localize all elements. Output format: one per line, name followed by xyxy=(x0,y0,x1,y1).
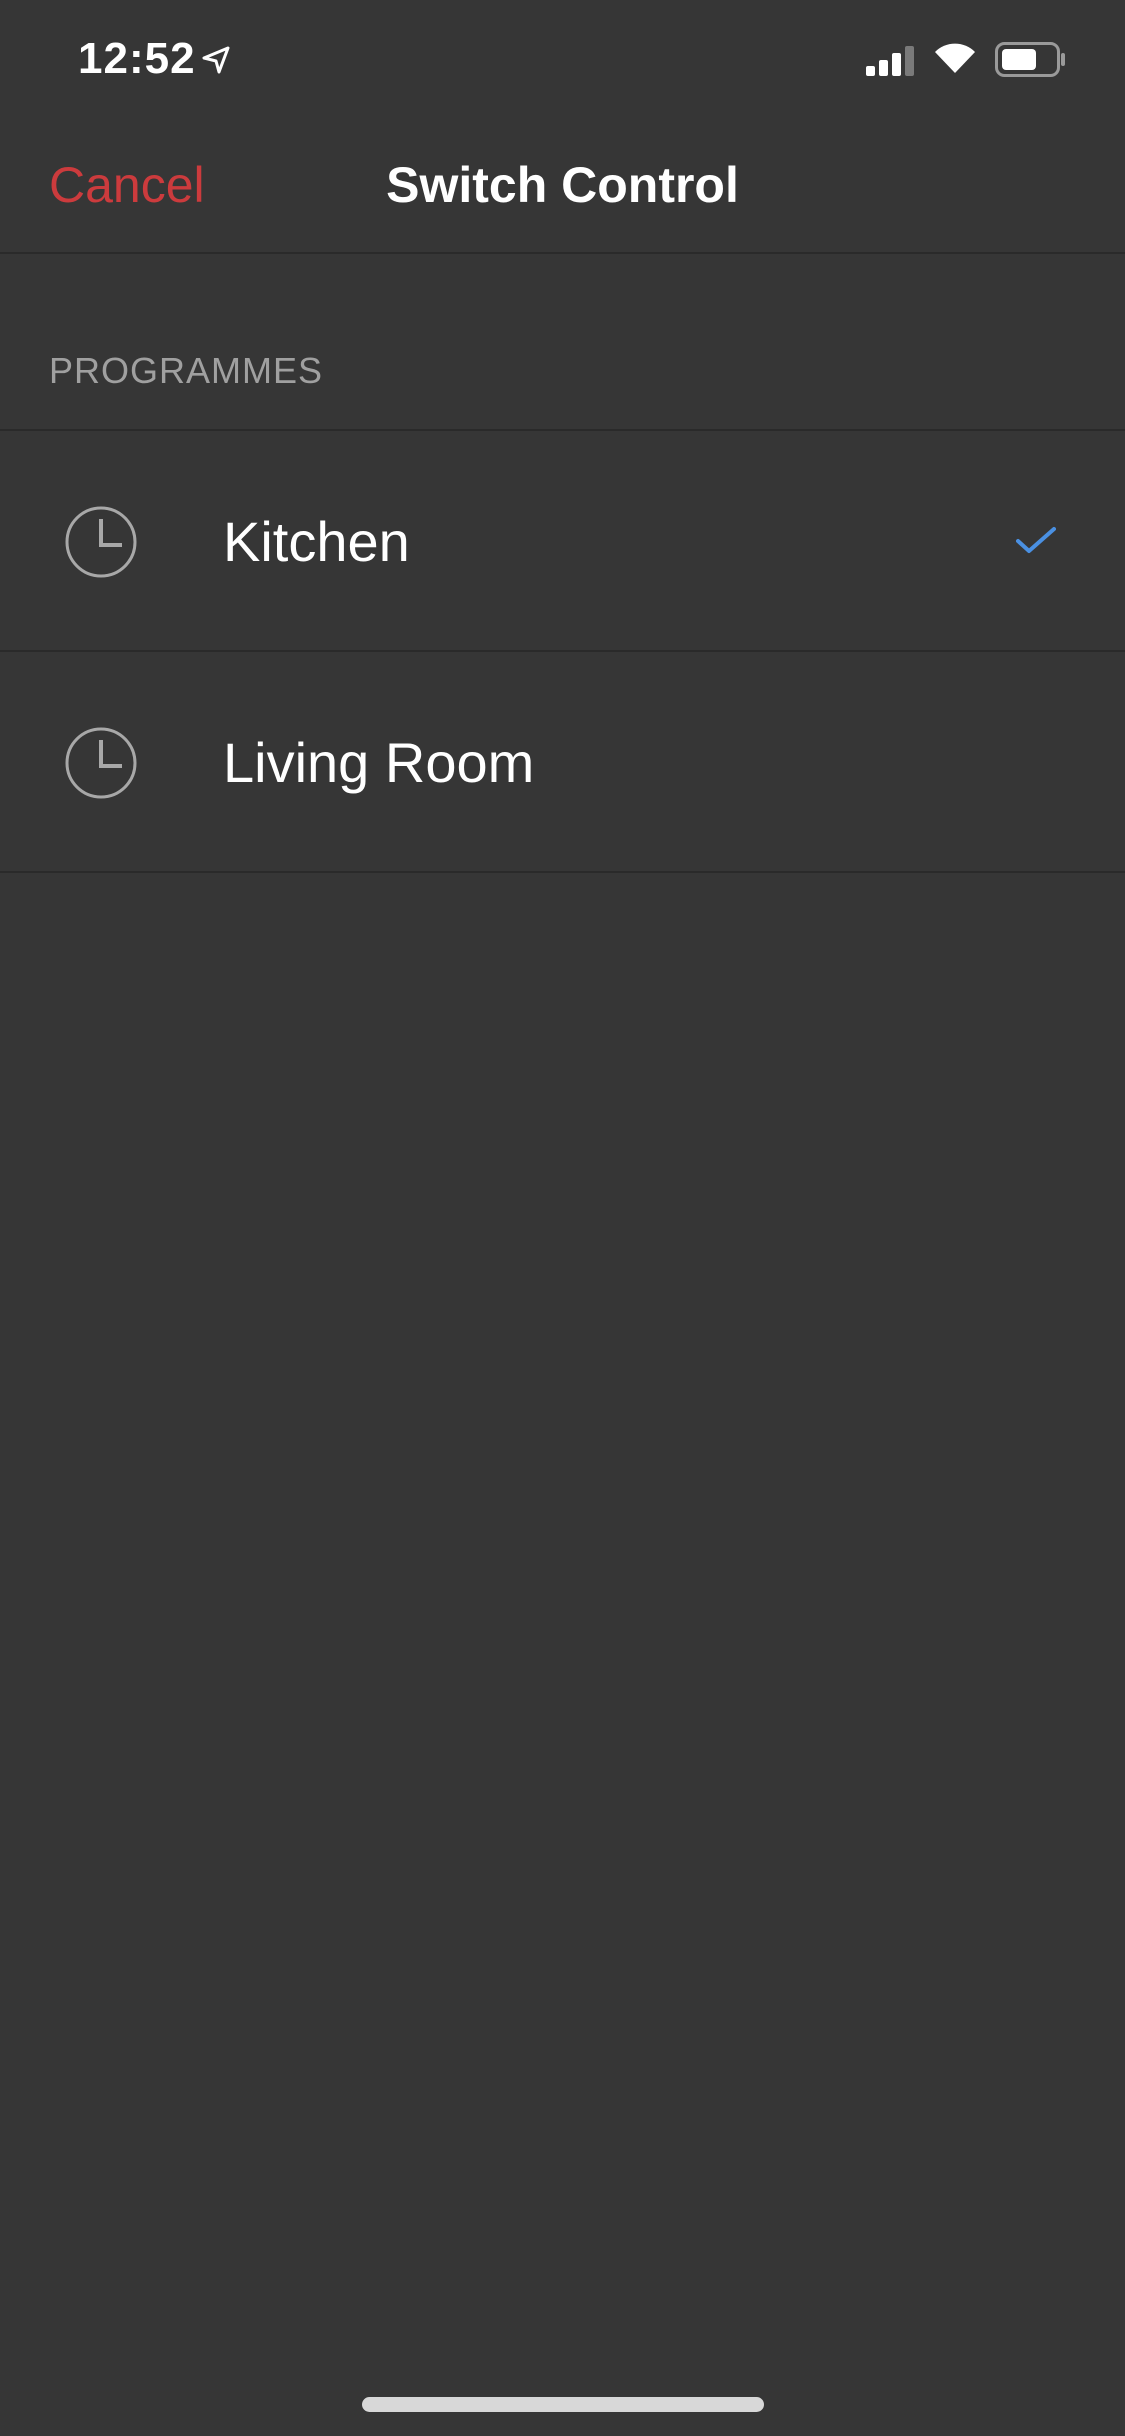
clock-icon xyxy=(64,726,138,805)
page-title: Switch Control xyxy=(386,157,739,213)
status-time: 12:52 xyxy=(78,34,196,83)
list-item-living-room[interactable]: Living Room xyxy=(0,652,1125,873)
wifi-icon xyxy=(932,40,978,81)
location-arrow-icon xyxy=(200,44,232,81)
list-item-label: Kitchen xyxy=(223,510,410,573)
programmes-list: Kitchen Living Room xyxy=(0,429,1125,873)
home-indicator[interactable] xyxy=(362,2397,764,2412)
clock-icon xyxy=(64,505,138,584)
section-header: PROGRAMMES xyxy=(49,350,324,391)
cellular-signal-icon xyxy=(866,44,916,83)
list-item-kitchen[interactable]: Kitchen xyxy=(0,431,1125,652)
battery-icon xyxy=(995,42,1067,83)
navigation-bar: Cancel Switch Control xyxy=(0,120,1125,254)
status-bar: 12:52 xyxy=(0,0,1125,120)
list-item-label: Living Room xyxy=(223,731,535,794)
checkmark-icon xyxy=(1016,525,1056,560)
